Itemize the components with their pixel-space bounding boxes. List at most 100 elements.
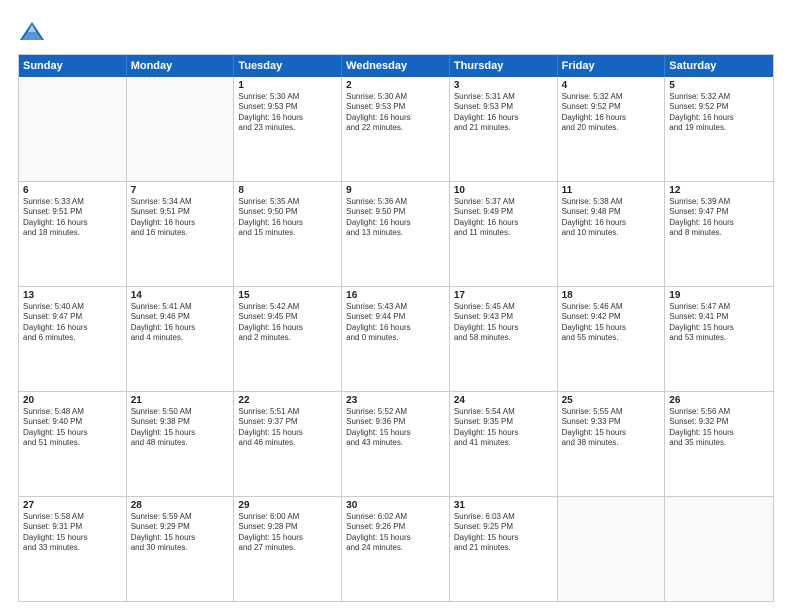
- cell-info-line: Daylight: 16 hours: [669, 218, 769, 228]
- calendar-cell-day-2: 2Sunrise: 5:30 AMSunset: 9:53 PMDaylight…: [342, 77, 450, 181]
- header-day-wednesday: Wednesday: [342, 55, 450, 77]
- cell-info-line: Sunset: 9:47 PM: [23, 312, 122, 322]
- cell-info-line: and 38 minutes.: [562, 438, 661, 448]
- cell-info-line: Daylight: 16 hours: [562, 218, 661, 228]
- cell-info-line: Sunset: 9:46 PM: [131, 312, 230, 322]
- cell-info-line: Daylight: 16 hours: [562, 113, 661, 123]
- cell-info-line: and 10 minutes.: [562, 228, 661, 238]
- cell-info-line: and 46 minutes.: [238, 438, 337, 448]
- calendar-cell-empty-0-1: [127, 77, 235, 181]
- cell-info-line: Daylight: 16 hours: [454, 113, 553, 123]
- cell-info-line: Daylight: 15 hours: [454, 533, 553, 543]
- cell-info-line: and 48 minutes.: [131, 438, 230, 448]
- calendar-cell-day-5: 5Sunrise: 5:32 AMSunset: 9:52 PMDaylight…: [665, 77, 773, 181]
- cell-info-line: Sunrise: 5:51 AM: [238, 407, 337, 417]
- day-number: 14: [131, 290, 230, 301]
- cell-info-line: and 19 minutes.: [669, 123, 769, 133]
- cell-info-line: Sunset: 9:53 PM: [454, 102, 553, 112]
- day-number: 15: [238, 290, 337, 301]
- calendar-cell-day-26: 26Sunrise: 5:56 AMSunset: 9:32 PMDayligh…: [665, 392, 773, 496]
- cell-info-line: Sunset: 9:42 PM: [562, 312, 661, 322]
- calendar-cell-day-27: 27Sunrise: 5:58 AMSunset: 9:31 PMDayligh…: [19, 497, 127, 601]
- cell-info-line: and 0 minutes.: [346, 333, 445, 343]
- cell-info-line: and 51 minutes.: [23, 438, 122, 448]
- cell-info-line: Sunrise: 5:56 AM: [669, 407, 769, 417]
- calendar-cell-day-30: 30Sunrise: 6:02 AMSunset: 9:26 PMDayligh…: [342, 497, 450, 601]
- calendar-cell-day-9: 9Sunrise: 5:36 AMSunset: 9:50 PMDaylight…: [342, 182, 450, 286]
- cell-info-line: Sunrise: 6:02 AM: [346, 512, 445, 522]
- calendar-cell-day-29: 29Sunrise: 6:00 AMSunset: 9:28 PMDayligh…: [234, 497, 342, 601]
- day-number: 1: [238, 80, 337, 91]
- calendar-cell-day-15: 15Sunrise: 5:42 AMSunset: 9:45 PMDayligh…: [234, 287, 342, 391]
- calendar-body: 1Sunrise: 5:30 AMSunset: 9:53 PMDaylight…: [19, 77, 773, 601]
- calendar-cell-day-22: 22Sunrise: 5:51 AMSunset: 9:37 PMDayligh…: [234, 392, 342, 496]
- cell-info-line: and 22 minutes.: [346, 123, 445, 133]
- cell-info-line: Sunrise: 5:58 AM: [23, 512, 122, 522]
- cell-info-line: Daylight: 15 hours: [23, 533, 122, 543]
- calendar: SundayMondayTuesdayWednesdayThursdayFrid…: [18, 54, 774, 602]
- calendar-row-3: 20Sunrise: 5:48 AMSunset: 9:40 PMDayligh…: [19, 391, 773, 496]
- cell-info-line: Sunset: 9:40 PM: [23, 417, 122, 427]
- cell-info-line: Daylight: 15 hours: [238, 428, 337, 438]
- day-number: 2: [346, 80, 445, 91]
- calendar-cell-day-14: 14Sunrise: 5:41 AMSunset: 9:46 PMDayligh…: [127, 287, 235, 391]
- calendar-header: SundayMondayTuesdayWednesdayThursdayFrid…: [19, 55, 773, 77]
- cell-info-line: Sunset: 9:38 PM: [131, 417, 230, 427]
- cell-info-line: and 6 minutes.: [23, 333, 122, 343]
- calendar-cell-empty-4-6: [665, 497, 773, 601]
- calendar-row-1: 6Sunrise: 5:33 AMSunset: 9:51 PMDaylight…: [19, 181, 773, 286]
- cell-info-line: and 2 minutes.: [238, 333, 337, 343]
- cell-info-line: Sunrise: 5:41 AM: [131, 302, 230, 312]
- cell-info-line: and 58 minutes.: [454, 333, 553, 343]
- cell-info-line: Daylight: 16 hours: [23, 218, 122, 228]
- calendar-cell-day-20: 20Sunrise: 5:48 AMSunset: 9:40 PMDayligh…: [19, 392, 127, 496]
- day-number: 30: [346, 500, 445, 511]
- cell-info-line: and 41 minutes.: [454, 438, 553, 448]
- cell-info-line: Daylight: 15 hours: [131, 428, 230, 438]
- cell-info-line: and 20 minutes.: [562, 123, 661, 133]
- calendar-cell-day-6: 6Sunrise: 5:33 AMSunset: 9:51 PMDaylight…: [19, 182, 127, 286]
- calendar-row-4: 27Sunrise: 5:58 AMSunset: 9:31 PMDayligh…: [19, 496, 773, 601]
- cell-info-line: Sunset: 9:53 PM: [346, 102, 445, 112]
- cell-info-line: Sunrise: 5:36 AM: [346, 197, 445, 207]
- cell-info-line: Sunset: 9:41 PM: [669, 312, 769, 322]
- cell-info-line: Sunset: 9:53 PM: [238, 102, 337, 112]
- cell-info-line: Sunrise: 5:31 AM: [454, 92, 553, 102]
- cell-info-line: Sunrise: 5:32 AM: [669, 92, 769, 102]
- day-number: 10: [454, 185, 553, 196]
- cell-info-line: Daylight: 15 hours: [562, 323, 661, 333]
- cell-info-line: Sunrise: 5:37 AM: [454, 197, 553, 207]
- day-number: 20: [23, 395, 122, 406]
- cell-info-line: and 21 minutes.: [454, 123, 553, 133]
- cell-info-line: Sunset: 9:33 PM: [562, 417, 661, 427]
- cell-info-line: Daylight: 15 hours: [454, 323, 553, 333]
- cell-info-line: and 23 minutes.: [238, 123, 337, 133]
- calendar-cell-day-3: 3Sunrise: 5:31 AMSunset: 9:53 PMDaylight…: [450, 77, 558, 181]
- day-number: 12: [669, 185, 769, 196]
- cell-info-line: and 33 minutes.: [23, 543, 122, 553]
- cell-info-line: and 16 minutes.: [131, 228, 230, 238]
- cell-info-line: Daylight: 16 hours: [346, 323, 445, 333]
- day-number: 29: [238, 500, 337, 511]
- cell-info-line: Sunrise: 5:55 AM: [562, 407, 661, 417]
- page: SundayMondayTuesdayWednesdayThursdayFrid…: [0, 0, 792, 612]
- cell-info-line: Sunset: 9:37 PM: [238, 417, 337, 427]
- cell-info-line: and 55 minutes.: [562, 333, 661, 343]
- cell-info-line: Daylight: 16 hours: [238, 218, 337, 228]
- cell-info-line: Sunset: 9:45 PM: [238, 312, 337, 322]
- cell-info-line: Daylight: 16 hours: [669, 113, 769, 123]
- cell-info-line: Sunset: 9:50 PM: [346, 207, 445, 217]
- day-number: 27: [23, 500, 122, 511]
- calendar-row-0: 1Sunrise: 5:30 AMSunset: 9:53 PMDaylight…: [19, 77, 773, 181]
- calendar-cell-day-4: 4Sunrise: 5:32 AMSunset: 9:52 PMDaylight…: [558, 77, 666, 181]
- day-number: 24: [454, 395, 553, 406]
- cell-info-line: Daylight: 16 hours: [131, 323, 230, 333]
- day-number: 16: [346, 290, 445, 301]
- calendar-cell-day-24: 24Sunrise: 5:54 AMSunset: 9:35 PMDayligh…: [450, 392, 558, 496]
- header-day-saturday: Saturday: [665, 55, 773, 77]
- cell-info-line: Sunrise: 6:03 AM: [454, 512, 553, 522]
- cell-info-line: and 13 minutes.: [346, 228, 445, 238]
- cell-info-line: Sunrise: 5:50 AM: [131, 407, 230, 417]
- day-number: 19: [669, 290, 769, 301]
- cell-info-line: Daylight: 15 hours: [669, 428, 769, 438]
